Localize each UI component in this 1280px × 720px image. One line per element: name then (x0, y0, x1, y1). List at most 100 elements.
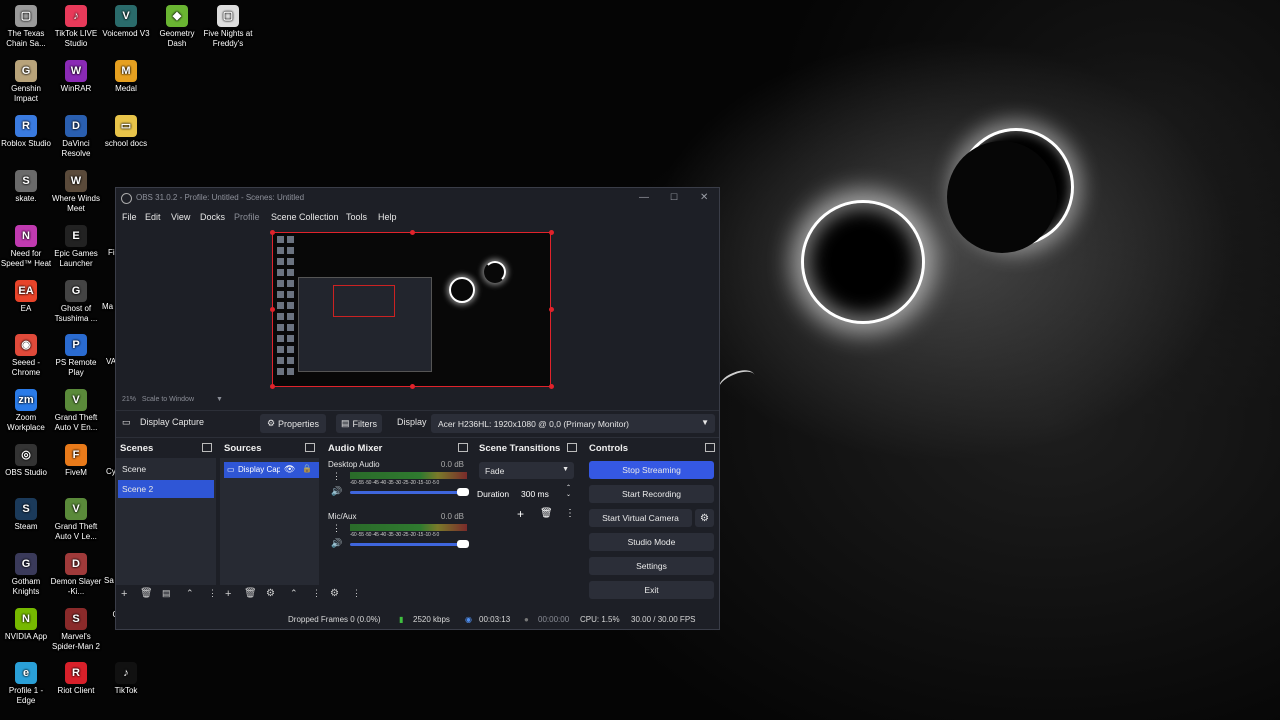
undock-icon[interactable] (305, 443, 315, 452)
desktop-icon[interactable]: R Roblox Studio (0, 115, 52, 149)
desktop-icon[interactable]: F FiveM (50, 444, 102, 478)
desktop-icon[interactable]: ◆ Geometry Dash (151, 5, 203, 49)
menu-profile[interactable]: Profile (234, 212, 260, 222)
filters-button[interactable]: ▤ Filters (336, 414, 382, 433)
desktop-icon[interactable]: P PS Remote Play (50, 334, 102, 378)
start-recording-button[interactable]: Start Recording (589, 485, 714, 503)
desktop-icon[interactable]: Sskate. (0, 170, 52, 204)
add-icon[interactable]: + (517, 507, 524, 521)
scene-item[interactable]: Scene (118, 460, 214, 478)
volume-slider[interactable] (350, 488, 469, 496)
desktop-icon[interactable]: ▢ The Texas Chain Sa... (0, 5, 52, 49)
sources-list[interactable]: ▭ Display Capture 👁 🔒 (220, 458, 319, 585)
resize-handle-b[interactable] (410, 384, 415, 389)
zoom-mode[interactable]: Scale to Window (142, 396, 194, 403)
maximize-icon[interactable]: ☐ (670, 192, 678, 203)
exit-button[interactable]: Exit (589, 581, 714, 599)
desktop-icon[interactable]: M Medal (100, 60, 152, 94)
desktop-icon[interactable]: D DaVinci Resolve (50, 115, 102, 159)
speaker-icon[interactable]: 🔊 (331, 486, 342, 497)
spin-arrows-icon[interactable]: ⌃ ⌄ (566, 485, 571, 499)
more-icon[interactable]: ⋮ (332, 471, 341, 482)
speaker-icon[interactable]: 🔊 (331, 538, 342, 549)
move-up-icon[interactable]: ⌃ (186, 588, 194, 599)
undock-icon[interactable] (705, 443, 715, 452)
desktop-icon[interactable]: G Ghost of Tsushima ... (50, 280, 102, 324)
desktop-icon[interactable]: D Demon Slayer -Ki... (50, 553, 102, 597)
gear-icon[interactable]: ⚙ (266, 588, 275, 599)
desktop-icon[interactable]: ◉ Seeed - Chrome (0, 334, 52, 378)
scenes-list[interactable]: Scene Scene 2 (116, 458, 216, 585)
more-icon[interactable]: ⋮ (352, 588, 361, 599)
desktop-icon[interactable]: G Genshin Impact (0, 60, 52, 104)
menu-file[interactable]: File (122, 212, 137, 222)
menu-view[interactable]: View (171, 212, 190, 222)
desktop-icon[interactable]: W Where Winds Meet (50, 170, 102, 214)
stop-streaming-button[interactable]: Stop Streaming (589, 461, 714, 479)
desktop-icon[interactable]: ◎ OBS Studio (0, 444, 52, 478)
trash-icon[interactable]: 🗑 (140, 588, 153, 599)
scene-item-selected[interactable]: Scene 2 (118, 480, 214, 498)
volume-slider[interactable] (350, 540, 469, 548)
desktop-icon[interactable]: S Steam (0, 498, 52, 532)
transition-select[interactable]: Fade ▼ (479, 462, 574, 479)
desktop-icon[interactable]: W WinRAR (50, 60, 102, 94)
resize-handle-bl[interactable] (270, 384, 275, 389)
more-icon[interactable]: ⋮ (332, 523, 341, 534)
menu-edit[interactable]: Edit (145, 212, 161, 222)
more-icon[interactable]: ⋮ (208, 588, 217, 599)
virtual-camera-settings-icon[interactable]: ⚙ (695, 509, 714, 527)
desktop-icon[interactable]: S Marvel's Spider-Man 2 (50, 608, 102, 652)
menu-help[interactable]: Help (378, 212, 397, 222)
desktop-icon[interactable]: e Profile 1 - Edge (0, 662, 52, 706)
add-icon[interactable]: + (225, 588, 231, 600)
undock-icon[interactable] (567, 443, 577, 452)
add-icon[interactable]: + (121, 588, 127, 600)
eye-icon[interactable]: 👁 (284, 464, 295, 475)
zoom-bar[interactable]: 21% Scale to Window ▼ (122, 396, 223, 403)
resize-handle-l[interactable] (270, 307, 275, 312)
lock-icon[interactable]: 🔒 (302, 464, 312, 473)
resize-handle-r[interactable] (549, 307, 554, 312)
desktop-icon[interactable]: ♪ TikTok LIVE Studio (50, 5, 102, 49)
more-icon[interactable]: ⋮ (312, 588, 321, 599)
undock-icon[interactable] (202, 443, 212, 452)
desktop-icon[interactable]: ▭ school docs (100, 115, 152, 149)
desktop-icon[interactable]: ▢ Five Nights at Freddy's (202, 5, 254, 49)
menu-docks[interactable]: Docks (200, 212, 225, 222)
start-virtual-camera-button[interactable]: Start Virtual Camera (589, 509, 692, 527)
trash-icon[interactable]: 🗑 (540, 508, 553, 519)
menu-scene-collection[interactable]: Scene Collection (271, 212, 339, 222)
display-select[interactable]: Acer H236HL: 1920x1080 @ 0,0 (Primary Mo… (431, 414, 715, 433)
menu-tools[interactable]: Tools (346, 212, 367, 222)
filter-icon[interactable]: ▤ (162, 588, 171, 599)
desktop-icon[interactable]: G Gotham Knights (0, 553, 52, 597)
desktop-icon[interactable]: E Epic Games Launcher (50, 225, 102, 269)
properties-button[interactable]: ⚙ Properties (260, 414, 326, 433)
desktop-icon[interactable]: R Riot Client (50, 662, 102, 696)
mixer-settings-icon[interactable]: ⚙ (330, 588, 339, 599)
preview-area[interactable] (116, 228, 719, 393)
trash-icon[interactable]: 🗑 (244, 588, 257, 599)
chevron-down-icon[interactable]: ▼ (216, 396, 223, 403)
resize-handle-tr[interactable] (549, 230, 554, 235)
duration-spinbox[interactable]: 300 ms ⌃ ⌄ (517, 485, 574, 501)
desktop-icon[interactable]: ♪ TikTok (100, 662, 152, 696)
source-item[interactable]: ▭ Display Capture 👁 🔒 (224, 462, 319, 478)
desktop-icon[interactable]: EA EA (0, 280, 52, 314)
resize-handle-br[interactable] (549, 384, 554, 389)
obs-window[interactable]: OBS 31.0.2 - Profile: Untitled - Scenes:… (115, 187, 720, 630)
preview-display-capture[interactable] (272, 232, 551, 387)
more-icon[interactable]: ⋮ (565, 508, 575, 519)
desktop-icon[interactable]: V Grand Theft Auto V En... (50, 389, 102, 433)
desktop-icon[interactable]: V Voicemod V3 (100, 5, 152, 39)
title-bar[interactable]: OBS 31.0.2 - Profile: Untitled - Scenes:… (116, 188, 719, 208)
undock-icon[interactable] (458, 443, 468, 452)
resize-handle-t[interactable] (410, 230, 415, 235)
close-icon[interactable]: ✕ (700, 192, 708, 203)
desktop-icon[interactable]: N NVIDIA App (0, 608, 52, 642)
move-up-icon[interactable]: ⌃ (290, 588, 298, 599)
minimize-icon[interactable]: — (639, 192, 649, 203)
desktop-icon[interactable]: N Need for Speed™ Heat (0, 225, 52, 269)
desktop-icon[interactable]: zm Zoom Workplace (0, 389, 52, 433)
